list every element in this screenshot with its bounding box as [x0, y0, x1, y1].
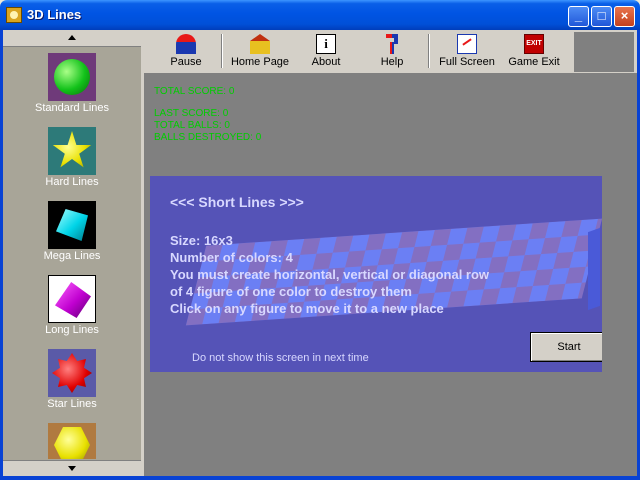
about-label: About [311, 56, 341, 68]
info-icon: i [316, 34, 336, 54]
pause-icon [176, 34, 196, 54]
level-item-long-lines[interactable]: Long Lines [3, 271, 141, 341]
level-item-standard-lines[interactable]: Standard Lines [3, 49, 141, 119]
title-bar: 3D Lines _ □ × [0, 0, 640, 30]
help-button[interactable]: Help [366, 30, 418, 72]
home-icon [250, 34, 270, 54]
board-size: Size: 16x3 [170, 233, 233, 248]
window-border-bottom [0, 476, 640, 480]
level-label: Long Lines [45, 324, 99, 336]
level-label: Standard Lines [35, 102, 109, 114]
level-label: Star Lines [47, 398, 97, 410]
game-exit-button[interactable]: EXIT Game Exit [506, 30, 562, 72]
rule-line-2: of 4 figure of one color to destroy them [170, 284, 412, 299]
balls-destroyed: BALLS DESTROYED: 0 [154, 132, 262, 143]
close-button[interactable]: × [614, 6, 635, 27]
total-score: TOTAL SCORE: 0 [154, 86, 235, 97]
level-label: Hard Lines [45, 176, 99, 188]
help-icon [386, 34, 398, 54]
level-item-partial[interactable] [3, 419, 141, 459]
toolbar-separator [221, 34, 223, 68]
maximize-button[interactable]: □ [591, 6, 612, 27]
start-button[interactable]: Start [530, 332, 602, 362]
score-panel: TOTAL SCORE: 0 LAST SCORE: 0 TOTAL BALLS… [154, 86, 261, 144]
level-item-mega-lines[interactable]: Mega Lines [3, 197, 141, 267]
purple-cube-icon [48, 275, 96, 323]
arrow-up-icon [68, 35, 76, 40]
last-score: LAST SCORE: 0 [154, 108, 229, 119]
level-info-dialog: <<< Short Lines >>> Size: 16x3 Number of… [150, 176, 602, 372]
yellow-star-icon [48, 127, 96, 175]
pause-button[interactable]: Pause [160, 30, 212, 72]
full-screen-icon [457, 34, 477, 54]
window-border-left [0, 30, 3, 480]
exit-icon: EXIT [524, 34, 544, 54]
full-screen-button[interactable]: Full Screen [436, 30, 498, 72]
home-page-label: Home Page [230, 56, 290, 68]
window-title: 3D Lines [27, 7, 82, 22]
full-screen-label: Full Screen [439, 56, 495, 68]
toolbar-spacer [574, 32, 634, 72]
dialog-title: <<< Short Lines >>> [170, 194, 304, 210]
level-sidebar: Standard Lines Hard Lines Mega Lines Lon… [3, 30, 141, 477]
red-star-icon [48, 349, 96, 397]
number-of-colors: Number of colors: 4 [170, 250, 293, 265]
level-label: Mega Lines [43, 250, 101, 262]
app-window: 3D Lines _ □ × Standard Lines Hard Lines… [0, 0, 640, 480]
home-page-button[interactable]: Home Page [228, 30, 292, 72]
board-edge [588, 227, 600, 311]
game-exit-label: Game Exit [508, 56, 560, 68]
pause-label: Pause [170, 56, 202, 68]
minimize-button[interactable]: _ [568, 6, 589, 27]
game-area: TOTAL SCORE: 0 LAST SCORE: 0 TOTAL BALLS… [144, 74, 637, 476]
rule-line-1: You must create horizontal, vertical or … [170, 267, 490, 282]
dialog-description: Size: 16x3 Number of colors: 4 You must … [170, 232, 489, 317]
help-label: Help [380, 56, 404, 68]
about-button[interactable]: i About [300, 30, 352, 72]
yellow-hexagon-icon [48, 423, 96, 459]
rule-line-3: Click on any figure to move it to a new … [170, 301, 444, 316]
green-ball-icon [48, 53, 96, 101]
level-item-hard-lines[interactable]: Hard Lines [3, 123, 141, 193]
app-icon [6, 7, 22, 23]
do-not-show-checkbox[interactable]: Do not show this screen in next time [192, 352, 369, 364]
scroll-up-button[interactable] [3, 30, 141, 47]
total-balls: TOTAL BALLS: 0 [154, 120, 230, 131]
toolbar: Pause Home Page i About Help Full Screen… [144, 30, 637, 74]
toolbar-separator [428, 34, 430, 68]
cyan-cube-icon [48, 201, 96, 249]
arrow-down-icon [68, 466, 76, 471]
level-item-star-lines[interactable]: Star Lines [3, 345, 141, 415]
scroll-down-button[interactable] [3, 460, 141, 477]
